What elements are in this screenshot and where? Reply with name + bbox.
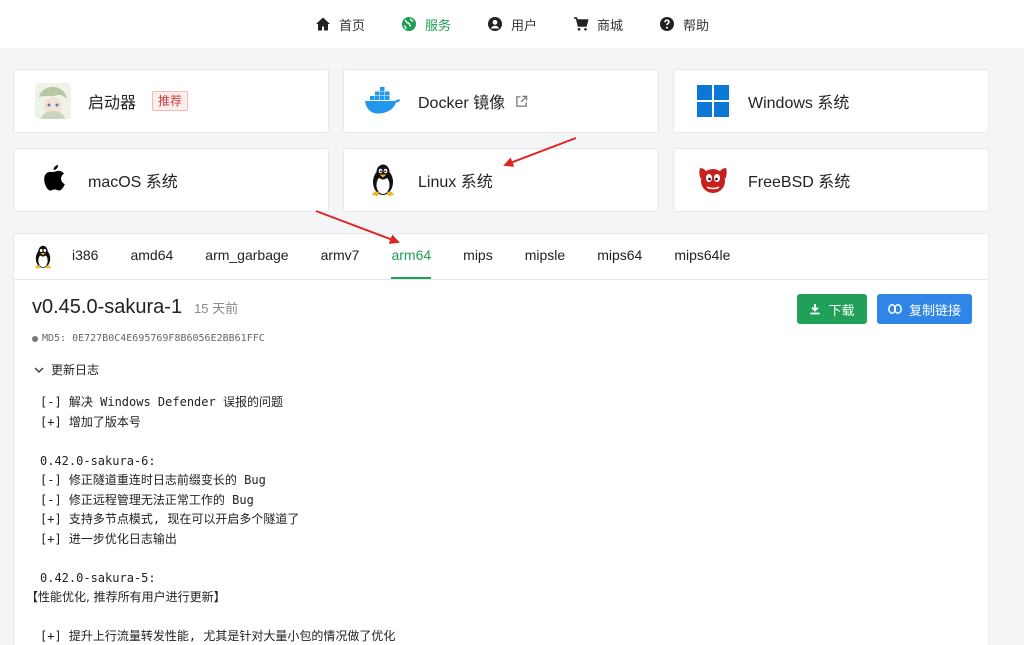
- nav-item-label: 商城: [597, 17, 624, 33]
- nav-item-label: 首页: [338, 17, 365, 33]
- card-label: macOS 系统: [88, 174, 178, 191]
- tab-mips[interactable]: mips: [463, 247, 493, 279]
- changelog-line: 【性能优化, 推荐所有用户进行更新】: [26, 590, 226, 604]
- card-macos[interactable]: macOS 系统: [13, 148, 329, 212]
- tab-i386[interactable]: i386: [72, 247, 98, 279]
- apple-icon: [34, 161, 72, 199]
- changelog-toggle[interactable]: 更新日志: [34, 361, 99, 378]
- tab-arm-garbage[interactable]: arm_garbage: [205, 247, 288, 279]
- tab-mipsle[interactable]: mipsle: [525, 247, 565, 279]
- changelog-content: [-] 解决 Windows Defender 误报的问题 [+] 增加了版本号…: [26, 393, 940, 645]
- release-panel: i386 amd64 arm_garbage armv7 arm64 mips …: [13, 233, 989, 645]
- release-age: 15 天前: [194, 301, 239, 316]
- tab-armv7[interactable]: armv7: [321, 247, 360, 279]
- nav-item-services[interactable]: 服务: [383, 0, 469, 48]
- external-link-icon: [516, 95, 528, 107]
- card-label: FreeBSD 系统: [748, 174, 851, 191]
- card-label: 启动器: [88, 95, 137, 112]
- user-icon: [487, 17, 502, 31]
- help-icon: [660, 17, 675, 31]
- changelog-line: [-] 解决 Windows Defender 误报的问题: [40, 395, 283, 409]
- md5-text: MD5: 0E727B0C4E695769F8B6056E2BB61FFC: [42, 333, 265, 344]
- cart-icon: [574, 17, 589, 31]
- home-icon: [315, 17, 330, 31]
- download-label: 下载: [828, 302, 855, 318]
- tab-mips64[interactable]: mips64: [597, 247, 642, 279]
- card-linux[interactable]: Linux 系统: [343, 148, 659, 212]
- docker-icon: [364, 82, 402, 120]
- card-label: Docker 镜像: [418, 95, 506, 112]
- copy-link-label: 复制链接: [908, 302, 961, 318]
- arch-tabs: i386 amd64 arm_garbage armv7 arm64 mips …: [14, 234, 988, 280]
- tab-arm64[interactable]: arm64: [391, 247, 432, 279]
- nav-item-user[interactable]: 用户: [469, 0, 555, 48]
- card-docker[interactable]: Docker 镜像: [343, 69, 659, 133]
- avatar-icon: [34, 82, 72, 120]
- changelog-line: [+] 支持多节点模式, 现在可以开启多个隧道了: [40, 512, 300, 526]
- release-version: v0.45.0-sakura-1: [32, 296, 183, 318]
- card-freebsd[interactable]: FreeBSD 系统: [673, 148, 989, 212]
- windows-icon: [694, 82, 732, 120]
- changelog-line: [+] 增加了版本号: [40, 414, 141, 429]
- card-label: Windows 系统: [748, 95, 850, 112]
- link-icon: [888, 304, 902, 314]
- tux-icon: [35, 245, 51, 269]
- card-windows[interactable]: Windows 系统: [673, 69, 989, 133]
- changelog-line: 0.42.0-sakura-5:: [40, 570, 156, 585]
- changelog-line: [40, 549, 940, 569]
- changelog-line: [-] 修正隧道重连时日志前缀变长的 Bug: [40, 473, 266, 487]
- nav-item-shop[interactable]: 商城: [555, 0, 641, 48]
- card-label: Linux 系统: [418, 174, 493, 191]
- copy-link-button[interactable]: 复制链接: [877, 294, 972, 324]
- download-icon: [810, 304, 820, 315]
- changelog-toggle-label: 更新日志: [51, 363, 100, 377]
- globe-icon: [401, 17, 416, 31]
- card-launcher[interactable]: 启动器 推荐: [13, 69, 329, 133]
- release-header: v0.45.0-sakura-1 15 天前: [32, 296, 238, 319]
- changelog-line: [-] 修正远程管理无法正常工作的 Bug: [40, 492, 254, 507]
- changelog-line: [40, 432, 940, 452]
- chevron-down-icon: [34, 367, 44, 373]
- tab-amd64[interactable]: amd64: [130, 247, 173, 279]
- freebsd-icon: [694, 161, 732, 199]
- md5-hash: MD5: 0E727B0C4E695769F8B6056E2BB61FFC: [32, 333, 265, 344]
- changelog-line: 0.42.0-sakura-6:: [40, 453, 156, 468]
- nav-item-help[interactable]: 帮助: [641, 0, 727, 48]
- nav-item-home[interactable]: 首页: [297, 0, 383, 48]
- nav-item-label: 帮助: [683, 17, 710, 33]
- tab-mips64le[interactable]: mips64le: [674, 247, 730, 279]
- nav-item-label: 用户: [510, 17, 537, 33]
- top-navigation: 首页 服务 用户 商城 帮助: [0, 0, 1024, 48]
- changelog-line: [+] 提升上行流量转发性能, 尤其是针对大量小包的情况做了优化: [40, 629, 396, 643]
- changelog-line: [+] 进一步优化日志输出: [40, 531, 177, 546]
- bullet-icon: [32, 335, 38, 342]
- changelog-line: [40, 608, 940, 628]
- recommended-badge: 推荐: [152, 91, 189, 111]
- download-button[interactable]: 下载: [797, 294, 867, 324]
- tux-icon: [364, 161, 402, 199]
- nav-item-label: 服务: [424, 17, 451, 33]
